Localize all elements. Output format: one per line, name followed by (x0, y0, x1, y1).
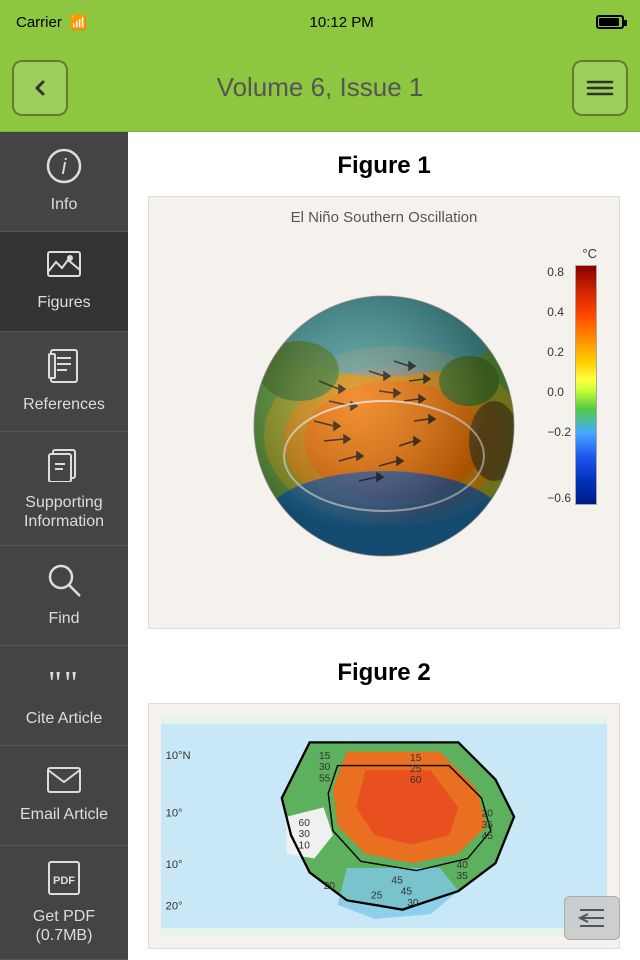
svg-text:10: 10 (299, 840, 311, 851)
sidebar-info-label: Info (51, 195, 78, 214)
sidebar-email-label: Email Article (20, 805, 108, 824)
main-layout: i Info Figures (0, 132, 640, 960)
figure2-visual: 15 30 55 60 30 10 15 25 60 20 35 45 40 3… (161, 716, 607, 936)
figure2-title: Figure 2 (148, 659, 620, 687)
status-bar: Carrier 📶 10:12 PM (0, 0, 640, 44)
sidebar: i Info Figures (0, 132, 128, 960)
email-icon (46, 766, 82, 799)
svg-text:PDF: PDF (53, 875, 75, 887)
info-icon: i (46, 148, 82, 189)
globe-svg (239, 281, 529, 571)
svg-text:i: i (62, 154, 68, 179)
svg-text:30: 30 (299, 829, 311, 840)
wifi-icon: 📶 (70, 14, 87, 31)
svg-text:45: 45 (391, 876, 403, 887)
sidebar-item-email[interactable]: Email Article (0, 746, 128, 846)
scroll-icon (574, 904, 610, 932)
back-button[interactable] (12, 60, 68, 116)
svg-text:10°: 10° (166, 859, 183, 871)
status-left: Carrier 📶 (16, 14, 87, 31)
svg-text:10°: 10° (166, 808, 183, 820)
svg-text:60: 60 (299, 818, 311, 829)
sidebar-item-pdf[interactable]: PDF Get PDF(0.7MB) (0, 846, 128, 960)
svg-text:35: 35 (456, 871, 468, 882)
battery-icon (596, 15, 624, 29)
svg-text:55: 55 (319, 773, 331, 784)
pdf-icon: PDF (47, 860, 81, 901)
svg-text:45: 45 (401, 887, 413, 898)
svg-text:20: 20 (482, 809, 494, 820)
figure1-visual: °C 0.8 0.4 0.2 0.0 −0.2 −0.6 (161, 236, 607, 616)
sidebar-item-supporting[interactable]: SupportingInformation (0, 432, 128, 546)
figure1-title: Figure 1 (148, 152, 620, 180)
svg-text:10°N: 10°N (166, 750, 191, 762)
supporting-icon (47, 446, 81, 487)
figure1-caption: El Niño Southern Oscillation (161, 209, 607, 226)
sidebar-item-cite[interactable]: " " Cite Article (0, 646, 128, 746)
svg-text:35: 35 (482, 820, 494, 831)
time-label: 10:12 PM (310, 14, 374, 31)
status-right (596, 15, 624, 29)
figure1-box: El Niño Southern Oscillation (148, 196, 620, 629)
colorbar-labels: 0.8 0.4 0.2 0.0 −0.2 −0.6 (547, 265, 575, 505)
svg-text:20°: 20° (166, 901, 183, 913)
sidebar-item-references[interactable]: References (0, 332, 128, 432)
svg-text:15: 15 (410, 753, 422, 764)
svg-text:40: 40 (456, 860, 468, 871)
nav-title: Volume 6, Issue 1 (217, 72, 424, 103)
colorbar-gradient (575, 265, 597, 505)
cite-icon: " " (46, 662, 82, 703)
sidebar-figures-label: Figures (37, 293, 90, 312)
svg-text:": " (64, 665, 78, 698)
sidebar-find-label: Find (48, 609, 79, 628)
sidebar-item-find[interactable]: Find (0, 546, 128, 646)
svg-text:": " (48, 665, 62, 698)
svg-text:30: 30 (319, 762, 331, 773)
svg-text:25: 25 (371, 890, 383, 901)
nav-bar: Volume 6, Issue 1 (0, 44, 640, 132)
carrier-label: Carrier (16, 14, 62, 31)
find-icon (46, 562, 82, 603)
colorbar-unit: °C (582, 246, 597, 261)
references-icon (47, 348, 81, 389)
figures-icon (46, 250, 82, 287)
svg-text:20: 20 (324, 881, 336, 892)
figure2-map-svg: 15 30 55 60 30 10 15 25 60 20 35 45 40 3… (161, 716, 607, 936)
figure2-box: 15 30 55 60 30 10 15 25 60 20 35 45 40 3… (148, 703, 620, 949)
svg-text:60: 60 (410, 775, 422, 786)
content-area[interactable]: Figure 1 El Niño Southern Oscillation (128, 132, 640, 960)
svg-text:45: 45 (482, 831, 494, 842)
svg-text:30: 30 (407, 898, 419, 909)
svg-text:25: 25 (410, 764, 422, 775)
sidebar-references-label: References (23, 395, 105, 414)
svg-text:15: 15 (319, 751, 331, 762)
sidebar-cite-label: Cite Article (26, 709, 102, 728)
sidebar-item-figures[interactable]: Figures (0, 232, 128, 332)
scroll-button[interactable] (564, 896, 620, 940)
sidebar-supporting-label: SupportingInformation (24, 493, 104, 531)
sidebar-pdf-label: Get PDF(0.7MB) (33, 907, 95, 945)
menu-button[interactable] (572, 60, 628, 116)
sidebar-item-info[interactable]: i Info (0, 132, 128, 232)
